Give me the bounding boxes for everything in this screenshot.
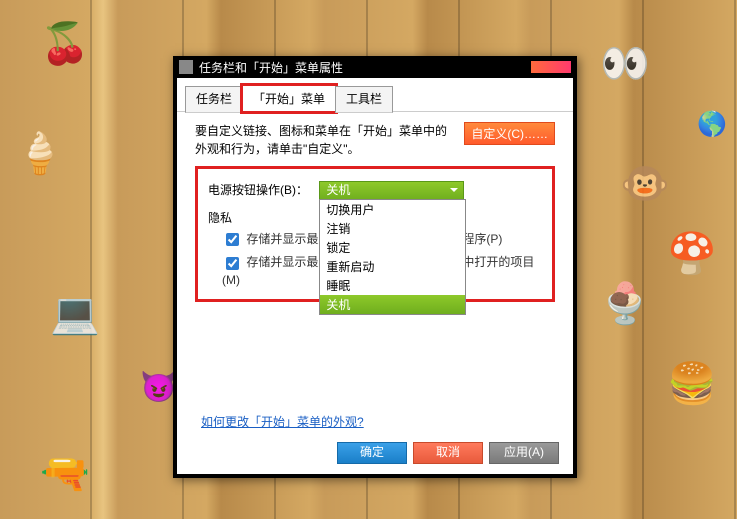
option-restart[interactable]: 重新启动 — [320, 257, 465, 276]
customize-button[interactable]: 自定义(C)…… — [464, 122, 555, 145]
option-lock[interactable]: 锁定 — [320, 238, 465, 257]
close-button[interactable] — [531, 61, 571, 73]
window-title: 任务栏和「开始」菜单属性 — [199, 59, 531, 76]
combo-selected[interactable]: 关机 — [319, 181, 464, 201]
tab-taskbar[interactable]: 任务栏 — [185, 86, 243, 113]
titlebar[interactable]: 任务栏和「开始」菜单属性 — [173, 56, 577, 78]
power-action-combo[interactable]: 关机 切换用户 注销 锁定 重新启动 睡眠 关机 — [319, 181, 464, 201]
cancel-button[interactable]: 取消 — [413, 442, 483, 464]
combo-dropdown: 切换用户 注销 锁定 重新启动 睡眠 关机 — [319, 199, 466, 315]
properties-dialog: 任务栏和「开始」菜单属性 任务栏 「开始」菜单 工具栏 要自定义链接、图标和菜单… — [173, 56, 577, 478]
apply-button[interactable]: 应用(A) — [489, 442, 559, 464]
checkbox-recent-items[interactable] — [226, 257, 239, 270]
option-sleep[interactable]: 睡眠 — [320, 276, 465, 295]
tab-start-menu[interactable]: 「开始」菜单 — [242, 85, 336, 112]
highlighted-section: 电源按钮操作(B)： 关机 切换用户 注销 锁定 重新启动 睡眠 关机 隐私 — [195, 166, 555, 302]
ok-button[interactable]: 确定 — [337, 442, 407, 464]
option-switch-user[interactable]: 切换用户 — [320, 200, 465, 219]
tab-toolbars[interactable]: 工具栏 — [335, 86, 393, 113]
window-icon — [179, 60, 193, 74]
dialog-buttons: 确定 取消 应用(A) — [337, 442, 559, 464]
power-action-label: 电源按钮操作(B)： — [208, 181, 308, 198]
description-text: 要自定义链接、图标和菜单在「开始」菜单中的外观和行为，请单击"自定义"。 — [195, 122, 455, 158]
checkbox-recent-programs[interactable] — [226, 233, 239, 246]
tab-strip: 任务栏 「开始」菜单 工具栏 — [177, 78, 573, 112]
option-logoff[interactable]: 注销 — [320, 219, 465, 238]
help-link[interactable]: 如何更改「开始」菜单的外观? — [201, 413, 364, 430]
dialog-body: 任务栏 「开始」菜单 工具栏 要自定义链接、图标和菜单在「开始」菜单中的外观和行… — [177, 78, 573, 474]
option-shutdown[interactable]: 关机 — [320, 295, 465, 314]
